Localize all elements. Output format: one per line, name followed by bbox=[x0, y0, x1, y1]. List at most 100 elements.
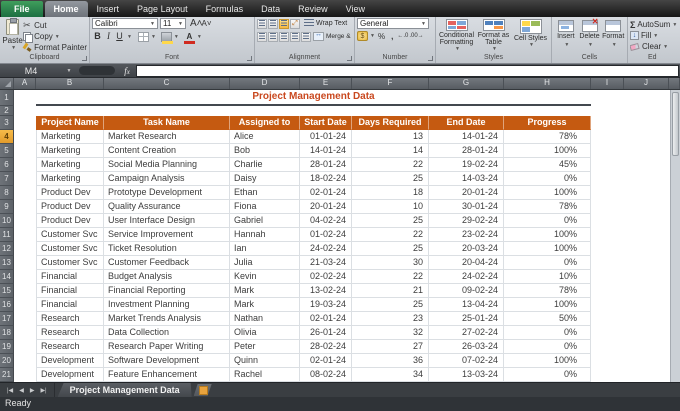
cell[interactable]: Customer Svc bbox=[36, 242, 104, 256]
row-header-17[interactable]: 17 bbox=[0, 312, 14, 326]
vertical-scrollbar[interactable] bbox=[670, 90, 680, 382]
cell[interactable]: 13-02-24 bbox=[300, 284, 352, 298]
cut-button[interactable]: ✂ Cut bbox=[23, 20, 87, 31]
merge-center-button[interactable]: Merge & Center▼ bbox=[313, 31, 352, 42]
sheet-grid[interactable]: 1 2 3 4 5 6 7 8 9 10 11 12 13 14 15 16 17 18 19 20 21 Projec… bbox=[0, 90, 680, 382]
table-header-cell[interactable]: Assigned to bbox=[230, 116, 300, 130]
cell[interactable]: 28-01-24 bbox=[429, 144, 504, 158]
name-box[interactable]: M4 bbox=[0, 66, 62, 76]
row-header-19[interactable]: 19 bbox=[0, 340, 14, 354]
orientation-button[interactable]: ⤢ bbox=[290, 18, 300, 29]
cell[interactable]: 30-01-24 bbox=[429, 200, 504, 214]
paste-button[interactable]: Paste ▼ bbox=[2, 18, 23, 53]
cell[interactable]: 36 bbox=[352, 354, 429, 368]
cell[interactable]: Kevin bbox=[230, 270, 300, 284]
row-header-18[interactable]: 18 bbox=[0, 326, 14, 340]
cell[interactable]: Alice bbox=[230, 130, 300, 144]
conditional-formatting-button[interactable]: Conditional Formatting ▼ bbox=[438, 18, 475, 53]
cell[interactable]: 02-01-24 bbox=[300, 312, 352, 326]
cell[interactable]: 23 bbox=[352, 312, 429, 326]
cell[interactable]: Ticket Resolution bbox=[104, 242, 230, 256]
cell[interactable]: 20-01-24 bbox=[300, 200, 352, 214]
row-header-20[interactable]: 20 bbox=[0, 354, 14, 368]
cell[interactable]: 100% bbox=[504, 186, 591, 200]
percent-format-icon[interactable]: % bbox=[378, 32, 385, 41]
cell[interactable]: 02-02-24 bbox=[300, 270, 352, 284]
cell[interactable]: 25 bbox=[352, 242, 429, 256]
align-center-button[interactable] bbox=[268, 31, 278, 42]
row-header-2[interactable]: 2 bbox=[0, 106, 14, 116]
cell[interactable]: Prototype Development bbox=[104, 186, 230, 200]
cell[interactable]: Marketing bbox=[36, 130, 104, 144]
cell[interactable]: Financial Reporting bbox=[104, 284, 230, 298]
currency-format-icon[interactable]: $ bbox=[357, 31, 368, 41]
delete-cells-button[interactable]: Delete ▼ bbox=[578, 18, 602, 53]
previous-sheet-icon[interactable]: ◀ bbox=[16, 387, 27, 394]
cell[interactable]: Hannah bbox=[230, 228, 300, 242]
cell[interactable]: 10 bbox=[352, 200, 429, 214]
insert-cells-button[interactable]: Insert ▼ bbox=[554, 18, 578, 53]
column-header-F[interactable]: F bbox=[352, 78, 429, 89]
top-align-button[interactable] bbox=[257, 18, 267, 29]
comma-format-icon[interactable]: , bbox=[391, 32, 393, 41]
table-header-cell[interactable]: Days Required bbox=[352, 116, 429, 130]
cell[interactable]: Quinn bbox=[230, 354, 300, 368]
row-header-1[interactable]: 1 bbox=[0, 90, 14, 106]
align-left-button[interactable] bbox=[257, 31, 267, 42]
cell[interactable]: Feature Enhancement bbox=[104, 368, 230, 382]
cell[interactable]: 02-01-24 bbox=[300, 186, 352, 200]
cell[interactable]: 10% bbox=[504, 270, 591, 284]
cell[interactable]: Ethan bbox=[230, 186, 300, 200]
cell[interactable]: Bob bbox=[230, 144, 300, 158]
row-header-16[interactable]: 16 bbox=[0, 298, 14, 312]
cell[interactable]: 18-02-24 bbox=[300, 172, 352, 186]
cell[interactable]: Development bbox=[36, 368, 104, 382]
name-box-dropdown-icon[interactable]: ▼ bbox=[62, 68, 76, 74]
cell[interactable]: Product Dev bbox=[36, 200, 104, 214]
fx-icon[interactable]: fx bbox=[118, 66, 136, 76]
last-sheet-icon[interactable]: ▶| bbox=[37, 387, 49, 394]
clear-button[interactable]: Clear ▼ bbox=[630, 41, 677, 52]
cell[interactable]: Content Creation bbox=[104, 144, 230, 158]
cell[interactable]: 0% bbox=[504, 340, 591, 354]
underline-button[interactable]: U bbox=[114, 31, 125, 42]
cell[interactable]: 24-02-24 bbox=[300, 242, 352, 256]
cell[interactable]: 0% bbox=[504, 256, 591, 270]
cell[interactable]: Marketing bbox=[36, 158, 104, 172]
cell[interactable]: Service Improvement bbox=[104, 228, 230, 242]
row-header-14[interactable]: 14 bbox=[0, 270, 14, 284]
scrollbar-thumb[interactable] bbox=[672, 92, 679, 156]
formula-input[interactable] bbox=[136, 64, 679, 77]
cell[interactable]: Customer Feedback bbox=[104, 256, 230, 270]
row-header-6[interactable]: 6 bbox=[0, 158, 14, 172]
cell[interactable]: 28-02-24 bbox=[300, 340, 352, 354]
fill-color-icon[interactable] bbox=[160, 31, 173, 44]
cell[interactable]: Quality Assurance bbox=[104, 200, 230, 214]
column-header-G[interactable]: G bbox=[429, 78, 504, 89]
tab-page-layout[interactable]: Page Layout bbox=[128, 1, 197, 17]
cell[interactable]: 09-02-24 bbox=[429, 284, 504, 298]
cell[interactable]: 32 bbox=[352, 326, 429, 340]
cell[interactable]: 20-03-24 bbox=[429, 242, 504, 256]
cell[interactable]: 13 bbox=[352, 130, 429, 144]
wrap-text-button[interactable]: Wrap Text bbox=[304, 18, 347, 29]
cell[interactable]: 01-01-24 bbox=[300, 130, 352, 144]
font-name-combo[interactable]: Calibri ▼ bbox=[92, 18, 158, 29]
cell[interactable]: Research bbox=[36, 312, 104, 326]
cell[interactable]: 78% bbox=[504, 130, 591, 144]
cell[interactable]: Research Paper Writing bbox=[104, 340, 230, 354]
borders-icon[interactable] bbox=[137, 31, 149, 42]
cell[interactable]: Investment Planning bbox=[104, 298, 230, 312]
autosum-button[interactable]: Σ AutoSum ▼ bbox=[630, 19, 677, 30]
column-header-C[interactable]: C bbox=[104, 78, 230, 89]
tab-formulas[interactable]: Formulas bbox=[197, 1, 253, 17]
cell[interactable]: Fiona bbox=[230, 200, 300, 214]
row-header-15[interactable]: 15 bbox=[0, 284, 14, 298]
cell[interactable]: 78% bbox=[504, 200, 591, 214]
row-header-21[interactable]: 21 bbox=[0, 368, 14, 382]
tab-home[interactable]: Home bbox=[44, 1, 88, 17]
cell[interactable]: 25-01-24 bbox=[429, 312, 504, 326]
tab-view[interactable]: View bbox=[337, 1, 374, 17]
number-format-combo[interactable]: General ▼ bbox=[357, 18, 429, 29]
cell[interactable]: 100% bbox=[504, 298, 591, 312]
